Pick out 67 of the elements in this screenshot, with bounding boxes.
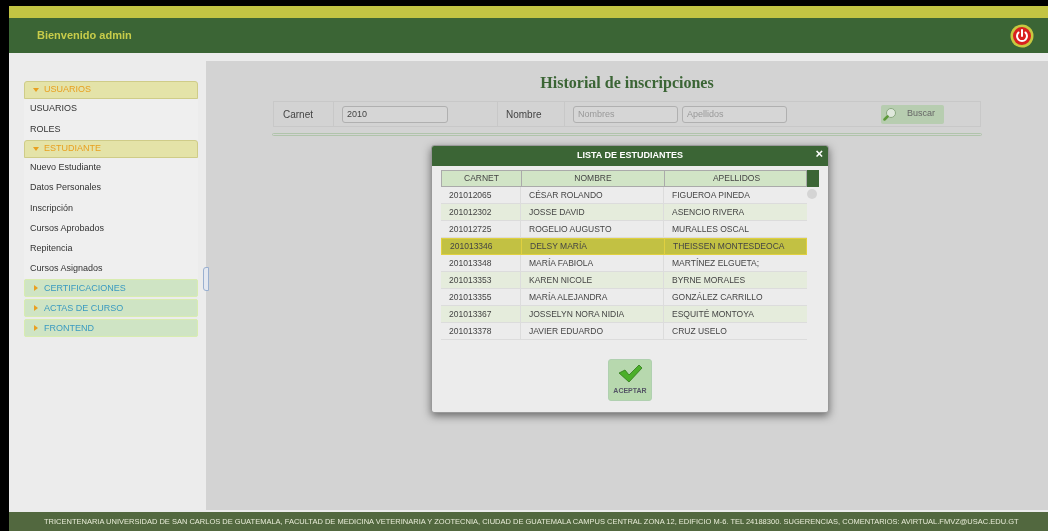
scrollbar-header [807,170,819,187]
carnet-label: Carnet [274,102,334,126]
caret-icon [33,145,39,152]
caret-icon [33,325,39,332]
table-row[interactable]: 201013346 DELSY MARÍA THEISSEN MONTESDEOCA [441,238,808,255]
table-cell-text: CRUZ USELO [671,324,728,338]
collapse-handle[interactable] [203,267,209,291]
power-icon[interactable] [1010,23,1034,48]
table-row[interactable]: 201013353 KAREN NICOLE BYRNE MORALES [441,272,808,289]
table-row[interactable]: 201012725 ROGELIO AUGUSTO MURALLES OSCAL [441,221,808,238]
table-cell: 201013348 [441,255,521,271]
table-cell: KAREN NICOLE [521,272,664,288]
table-cell: JOSSE DAVID [521,204,664,220]
caret-icon [33,305,39,312]
table-cell: 201012065 [441,187,521,203]
table-cell: 201013378 [441,323,521,339]
table-cell: 201013346 [442,239,522,254]
table-row[interactable]: 201012065 CÉSAR ROLANDO FIGUEROA PINEDA [441,187,808,204]
table-cell-text: MURALLES OSCAL [671,222,750,236]
column-header[interactable]: APELLIDOS [665,171,808,186]
table-cell: JOSSELYN NORA NIDIA [521,306,664,322]
nombre-label: Nombre [497,102,565,126]
table-cell: MARÍA FABIOLA [521,255,664,271]
caret-icon [33,87,39,93]
table-cell-text: FIGUEROA PINEDA [671,188,751,202]
table-row[interactable]: 201013355 MARÍA ALEJANDRA GONZÁLEZ CARRILLO [441,289,808,306]
nombres-field[interactable]: Nombres [573,105,678,123]
search-button[interactable]: Buscar [881,104,944,124]
sidebar-item[interactable]: Cursos Aprobados [24,218,198,239]
table-cell-text: BYRNE MORALES [671,273,747,287]
table-row[interactable]: 201013378 JAVIER EDUARDO CRUZ USELO [441,323,808,340]
table-row[interactable]: 201012302 JOSSE DAVID ASENCIO RIVERA [441,204,808,221]
table-cell-text: GONZÁLEZ CARRILLO [671,290,764,304]
table-cell: MARÍA ALEJANDRA [521,289,664,305]
table-cell-text: ASENCIO RIVERA [671,205,746,219]
sidebar-item[interactable]: USUARIOS [24,99,198,120]
table-cell: JAVIER EDUARDO [521,323,664,339]
column-header[interactable]: NOMBRE [522,171,665,186]
table-row[interactable]: 201013367 JOSSELYN NORA NIDIA ESQUITÉ MONTOYA [441,306,808,323]
page-title: Historial de inscripciones [540,73,714,94]
table-cell: 201013353 [441,272,521,288]
table-cell: CÉSAR ROLANDO [521,187,664,203]
table-cell: 201013355 [441,289,521,305]
sidebar-item[interactable]: Cursos Asignados [24,259,198,280]
sidebar-item[interactable]: ROLES [24,119,198,140]
scrollbar-thumb[interactable] [807,189,818,199]
sidebar-item[interactable]: Repitencia [24,238,198,260]
column-header[interactable]: CARNET [442,171,522,186]
sidebar-item[interactable]: Nuevo Estudiante [24,157,198,178]
carnet-field[interactable]: 2010 [342,105,448,123]
table-cell-text: ESQUITÉ MONTOYA [671,307,755,321]
table-cell-text: MARTÍNEZ ELGUETA; [671,256,761,270]
sidebar-item[interactable]: Inscripción [24,198,198,219]
close-button[interactable]: × [815,147,823,160]
table-cell: 201013367 [441,306,521,322]
table-row[interactable]: 201013348 MARÍA FABIOLA MARTÍNEZ ELGUETA; [441,255,808,272]
search-icon [883,107,897,121]
table-cell-text: THEISSEN MONTESDEOCA [672,240,786,254]
table-cell: DELSY MARÍA [522,239,665,254]
caret-icon [33,285,39,292]
check-icon [617,363,643,384]
table-cell: ROGELIO AUGUSTO [521,221,664,237]
welcome-text: Bienvenido admin [37,28,132,44]
sidebar-item[interactable]: Datos Personales [24,177,198,199]
dialog-title: LISTA DE ESTUDIANTES [577,149,683,163]
table-cell: 201012302 [441,204,521,220]
table-cell: 201012725 [441,221,521,237]
